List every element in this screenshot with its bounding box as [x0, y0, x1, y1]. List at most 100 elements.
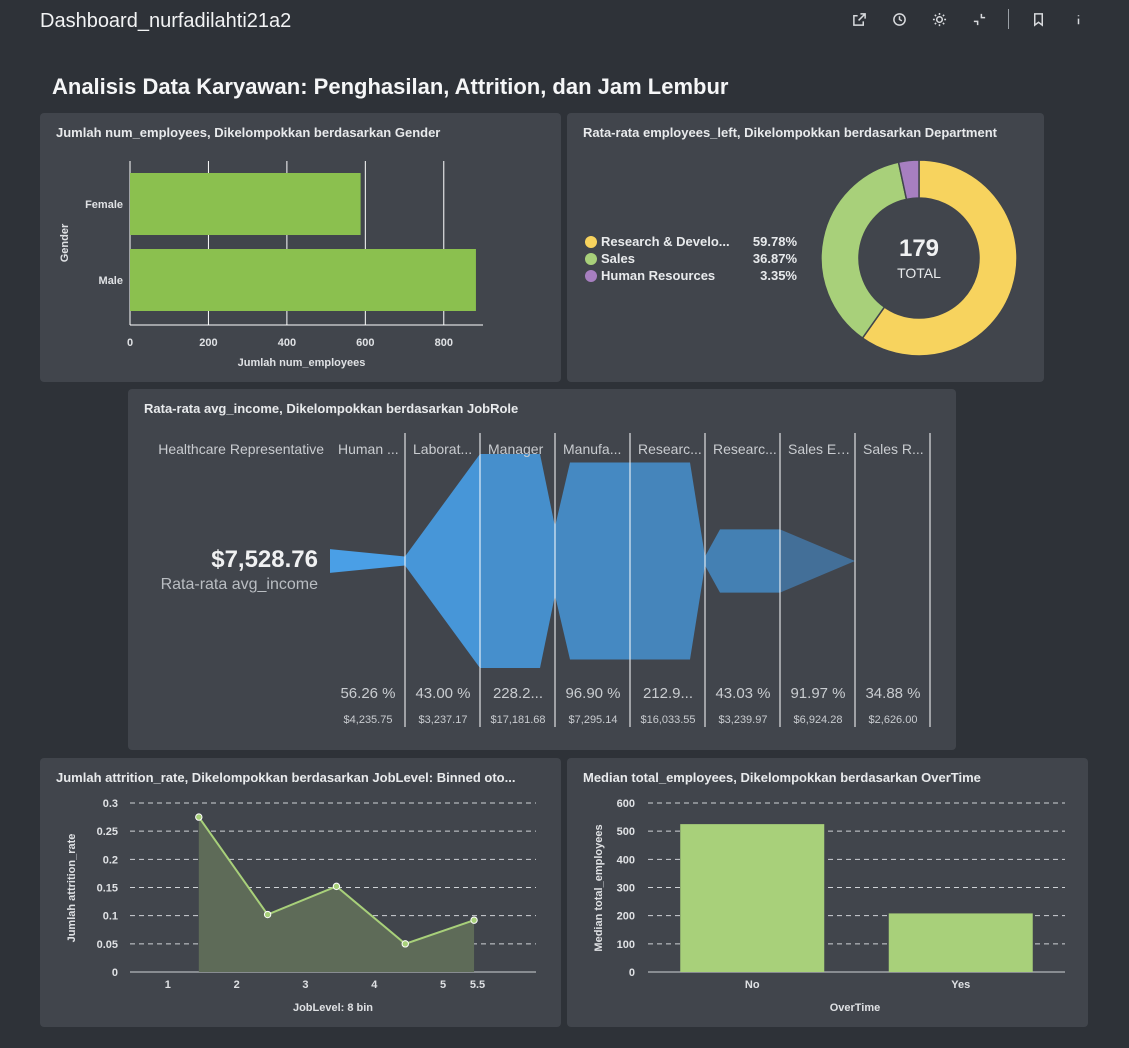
toolbar-divider [1008, 9, 1009, 29]
data-point [470, 916, 478, 924]
x-tick-label: 1 [165, 979, 171, 991]
clock-icon[interactable] [888, 8, 910, 30]
funnel-percent-label: 96.90 % [565, 685, 621, 702]
donut-total-value: 179 [898, 235, 940, 262]
y-tick-label: 0.25 [97, 826, 118, 838]
y-tick-label: Female [85, 199, 123, 211]
x-tick-label: 5.5 [470, 979, 485, 991]
y-axis-label: Jumlah attrition_rate [66, 834, 78, 943]
toolbar [830, 8, 1089, 30]
gender-bar-chart: 0 200 400 600 800 Female Male Jumlah num_employ… [59, 161, 483, 369]
info-icon[interactable] [1067, 8, 1089, 30]
x-tick-label: 800 [435, 337, 453, 349]
brightness-icon[interactable] [928, 8, 950, 30]
joblevel-area-chart: 0 0.05 0.1 0.15 0.2 0.25 0.3 1 2 3 4 5 5.5 JobLevel: … [66, 798, 536, 1014]
funnel-value-label: $16,033.55 [640, 714, 696, 726]
bar [130, 173, 361, 235]
funnel-category-label: Researc... [638, 441, 702, 457]
y-tick-label: 400 [617, 854, 635, 866]
funnel-category-label: Sales Ex... [788, 441, 854, 457]
funnel-percent-label: 56.26 % [340, 685, 396, 702]
x-axis-label: OverTime [830, 1002, 881, 1014]
funnel-percent-label: 228.2... [492, 685, 544, 702]
external-link-icon[interactable] [848, 8, 870, 30]
x-tick-label: 5 [440, 979, 446, 991]
funnel-category-label: Manufa... [563, 441, 622, 457]
funnel-value-label: $17,181.68 [490, 714, 546, 726]
funnel-segment [555, 462, 630, 660]
bookmark-icon[interactable] [1027, 8, 1049, 30]
funnel-segment [780, 529, 855, 593]
y-axis-label: Gender [59, 223, 71, 262]
funnel-percent-label: 91.97 % [790, 685, 846, 702]
overtime-bar-chart: 0 100 200 300 400 500 600 No Yes OverTime Median t… [593, 798, 1065, 1014]
funnel-segment [630, 462, 705, 660]
funnel-category-label: Laborat... [413, 441, 473, 457]
funnel-value-label: $7,295.14 [568, 714, 618, 726]
funnel-segment [705, 529, 780, 593]
x-tick-label: 400 [278, 337, 296, 349]
y-tick-label: 0.15 [97, 883, 118, 895]
x-tick-label: No [745, 979, 760, 991]
area-fill [198, 817, 475, 972]
joblevel-chart-card[interactable]: Jumlah attrition_rate, Dikelompokkan ber… [40, 758, 561, 1027]
collapse-icon[interactable] [968, 8, 990, 30]
bar [130, 249, 476, 311]
x-axis-label: JobLevel: 8 bin [293, 1002, 373, 1014]
y-tick-label: 300 [617, 883, 635, 895]
x-tick-label: Yes [951, 979, 970, 991]
gender-chart-card[interactable]: Jumlah num_employees, Dikelompokkan berd… [40, 113, 561, 382]
data-point [263, 910, 272, 919]
department-donut-chart [820, 159, 1018, 357]
funnel-value-label: $3,237.17 [418, 714, 468, 726]
data-point [401, 940, 409, 948]
data-point [332, 882, 341, 891]
funnel-category-label: Healthcare Representative [158, 441, 324, 457]
y-tick-label: 500 [617, 826, 635, 838]
jobrole-chart-card[interactable]: Rata-rata avg_income, Dikelompokkan berd… [128, 389, 956, 750]
x-tick-label: 600 [356, 337, 374, 349]
funnel-value-label: $3,239.97 [718, 714, 768, 726]
x-tick-label: 2 [234, 979, 240, 991]
department-chart-card[interactable]: Rata-rata employees_left, Dikelompokkan … [567, 113, 1044, 382]
y-axis-label: Median total_employees [593, 824, 605, 951]
funnel-category-label: Sales R... [863, 441, 924, 457]
funnel-segment [405, 454, 480, 668]
y-tick-label: 200 [617, 911, 635, 923]
funnel-percent-label: 43.00 % [415, 685, 471, 702]
y-tick-label: 0.1 [103, 911, 118, 923]
x-tick-label: 200 [199, 337, 217, 349]
overtime-chart-card[interactable]: Median total_employees, Dikelompokkan be… [567, 758, 1088, 1027]
top-bar: Dashboard_nurfadilahti21a2 [0, 0, 1129, 44]
x-tick-label: 4 [371, 979, 378, 991]
y-tick-label: 0 [629, 967, 635, 979]
bar [888, 913, 1033, 972]
funnel-segment [480, 454, 555, 668]
funnel-category-label: Human ... [338, 441, 399, 457]
y-tick-label: 0.2 [103, 854, 118, 866]
bar [680, 824, 825, 972]
data-point [195, 813, 203, 821]
funnel-percent-label: 34.88 % [865, 685, 921, 702]
y-tick-label: 100 [617, 939, 635, 951]
app-title: Dashboard_nurfadilahti21a2 [40, 10, 292, 32]
x-axis-label: Jumlah num_employees [238, 357, 366, 369]
y-tick-label: 600 [617, 798, 635, 810]
y-tick-label: 0.3 [103, 798, 118, 810]
funnel-value-label: $4,235.75 [343, 714, 393, 726]
y-tick-label: 0 [112, 967, 118, 979]
funnel-segment [330, 549, 405, 573]
y-tick-label: Male [99, 275, 123, 287]
funnel-percent-label: 212.9... [642, 685, 694, 702]
donut-total: 179 TOTAL [869, 235, 969, 281]
funnel-category-label: Researc... [713, 441, 777, 457]
dashboard-title: Analisis Data Karyawan: Penghasilan, Att… [52, 74, 729, 99]
funnel-value-label: $6,924.28 [793, 714, 843, 726]
x-tick-label: 0 [127, 337, 133, 349]
funnel-category-label: Manager [488, 441, 544, 457]
funnel-value-label: $2,626.00 [868, 714, 918, 726]
y-tick-label: 0.05 [97, 939, 118, 951]
funnel-percent-label: 43.03 % [715, 685, 771, 702]
donut-total-label: TOTAL [897, 265, 941, 281]
x-tick-label: 3 [302, 979, 308, 991]
